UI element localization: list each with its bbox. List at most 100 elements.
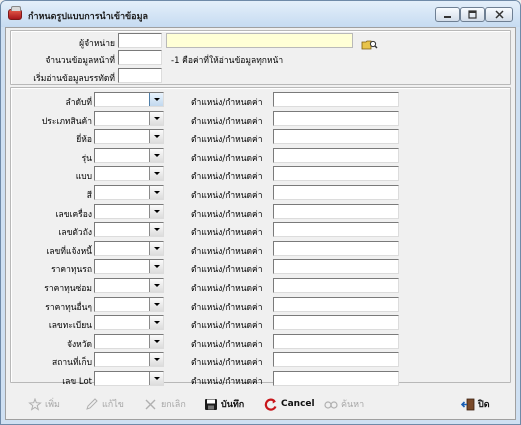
- chevron-down-icon[interactable]: [149, 372, 163, 385]
- chevron-down-icon[interactable]: [149, 241, 163, 255]
- header-group: ผู้จำหน่าย จำนวนข้อมูลหน้าที่ -1 คือค่าท…: [10, 30, 511, 85]
- mapping-column-select[interactable]: [94, 110, 164, 126]
- mapping-value-input[interactable]: [273, 92, 399, 107]
- edit-button[interactable]: แก้ไข: [85, 396, 124, 412]
- mapping-value-input[interactable]: [273, 147, 399, 163]
- mapping-column-select[interactable]: [94, 315, 164, 331]
- mapping-value-input[interactable]: [273, 166, 399, 182]
- chevron-down-icon[interactable]: [149, 204, 163, 218]
- rows-per-page-label: จำนวนข้อมูลหน้าที่: [45, 56, 115, 66]
- mapping-row-label: แบบ: [75, 172, 92, 183]
- mapping-value-input[interactable]: [273, 333, 399, 349]
- mapping-value-input[interactable]: [273, 222, 399, 238]
- mapping-column-select[interactable]: [94, 166, 164, 182]
- mapping-group: ลำดับที่ ตำแหน่ง/กำหนดค่า ประเภทสินค้า ตำแห…: [10, 87, 511, 387]
- close-label: ปิด: [478, 400, 490, 410]
- cancel-icon: [264, 398, 278, 411]
- mapping-column-select[interactable]: [94, 352, 164, 368]
- chevron-down-icon[interactable]: [149, 223, 163, 237]
- mapping-value-input[interactable]: [273, 278, 399, 293]
- chevron-down-icon[interactable]: [149, 316, 163, 330]
- start-row-label: เริ่มอ่านข้อมูลบรรทัดที่: [33, 74, 115, 84]
- chevron-down-icon[interactable]: [149, 260, 163, 274]
- save-label: บันทึก: [221, 400, 245, 410]
- save-button[interactable]: บันทึก: [204, 396, 244, 412]
- vendor-name-field: [166, 33, 353, 48]
- mapping-column-select[interactable]: [94, 92, 164, 107]
- mapping-position-label: ตำแหน่ง/กำหนดค่า: [191, 377, 263, 387]
- mapping-column-select[interactable]: [94, 203, 164, 219]
- mapping-position-label: ตำแหน่ง/กำหนดค่า: [191, 209, 263, 220]
- mapping-column-select[interactable]: [94, 371, 164, 386]
- mapping-column-select[interactable]: [94, 259, 164, 275]
- mapping-value-input[interactable]: [273, 296, 399, 312]
- chevron-down-icon[interactable]: [149, 279, 163, 292]
- mapping-value-input[interactable]: [273, 259, 399, 275]
- vendor-search-icon[interactable]: [361, 39, 378, 50]
- vendor-code-input[interactable]: [118, 33, 162, 48]
- mapping-value-input[interactable]: [273, 371, 399, 386]
- add-label: เพิ่ม: [45, 400, 60, 410]
- mapping-value-input[interactable]: [273, 315, 399, 331]
- mapping-column-select[interactable]: [94, 333, 164, 349]
- chevron-down-icon[interactable]: [149, 353, 163, 367]
- chevron-down-icon[interactable]: [149, 297, 163, 311]
- rows-note: -1 คือค่าที่ให้อ่านข้อมูลทุกหน้า: [171, 56, 284, 66]
- mapping-value-input[interactable]: [273, 129, 399, 145]
- cancel-button[interactable]: Cancel: [264, 396, 315, 412]
- mapping-row-label: ราคาทุนซ่อม: [44, 284, 92, 294]
- cancel-label: Cancel: [281, 399, 315, 409]
- mapping-position-label: ตำแหน่ง/กำหนดค่า: [191, 358, 263, 369]
- mapping-row-label: เลขที่แจ้งหนี้: [46, 246, 92, 257]
- mapping-position-label: ตำแหน่ง/กำหนดค่า: [191, 228, 263, 239]
- cancel-doc-button[interactable]: ยกเลิก: [144, 396, 186, 412]
- mapping-column-select[interactable]: [94, 296, 164, 312]
- cancel-x-icon: [144, 398, 158, 411]
- search-label: ค้นหา: [341, 400, 365, 410]
- mapping-value-input[interactable]: [273, 185, 399, 200]
- mapping-row-label: สถานที่เก็บ: [52, 358, 92, 369]
- minimize-button[interactable]: [435, 7, 460, 22]
- mapping-position-label: ตำแหน่ง/กำหนดค่า: [191, 153, 263, 164]
- dialog-body: ผู้จำหน่าย จำนวนข้อมูลหน้าที่ -1 คือค่าท…: [5, 27, 516, 420]
- rows-per-page-input[interactable]: [118, 50, 162, 65]
- mapping-column-select[interactable]: [94, 129, 164, 145]
- mapping-row-label: เลขตัวถัง: [58, 228, 92, 239]
- mapping-row-label: ประเภทสินค้า: [41, 116, 92, 127]
- chevron-down-icon[interactable]: [149, 334, 163, 348]
- maximize-button[interactable]: [460, 7, 485, 22]
- search-button[interactable]: ค้นหา: [324, 396, 364, 412]
- start-row-input[interactable]: [118, 68, 162, 83]
- close-button[interactable]: ปิด: [460, 396, 490, 412]
- mapping-column-select[interactable]: [94, 185, 164, 200]
- chevron-down-icon[interactable]: [149, 148, 163, 162]
- chevron-down-icon[interactable]: [149, 186, 163, 199]
- add-icon: [28, 396, 42, 411]
- mapping-position-label: ตำแหน่ง/กำหนดค่า: [191, 98, 263, 108]
- mapping-position-label: ตำแหน่ง/กำหนดค่า: [191, 302, 263, 313]
- chevron-down-icon[interactable]: [149, 111, 163, 125]
- add-button[interactable]: เพิ่ม: [28, 396, 60, 412]
- title-bar[interactable]: กำหนดรูปแบบการนำเข้าข้อมูล: [1, 1, 520, 27]
- mapping-column-select[interactable]: [94, 278, 164, 293]
- mapping-position-label: ตำแหน่ง/กำหนดค่า: [191, 339, 263, 350]
- chevron-down-icon[interactable]: [149, 130, 163, 144]
- mapping-position-label: ตำแหน่ง/กำหนดค่า: [191, 321, 263, 332]
- mapping-row-label: รุ่น: [81, 153, 92, 164]
- mapping-value-input[interactable]: [273, 240, 399, 256]
- mapping-column-select[interactable]: [94, 240, 164, 256]
- search-icon: [324, 398, 338, 411]
- mapping-value-input[interactable]: [273, 352, 399, 368]
- chevron-down-icon[interactable]: [149, 93, 163, 106]
- mapping-value-input[interactable]: [273, 110, 399, 126]
- save-icon: [204, 398, 218, 411]
- close-window-button[interactable]: [485, 7, 513, 22]
- mapping-value-input[interactable]: [273, 203, 399, 219]
- mapping-column-select[interactable]: [94, 222, 164, 238]
- mapping-column-select[interactable]: [94, 147, 164, 163]
- mapping-row-label: จังหวัด: [66, 339, 92, 350]
- vendor-label: ผู้จำหน่าย: [79, 39, 115, 49]
- window-title: กำหนดรูปแบบการนำเข้าข้อมูล: [28, 12, 149, 22]
- mapping-row-label: เลข Lot: [62, 377, 92, 387]
- chevron-down-icon[interactable]: [149, 167, 163, 181]
